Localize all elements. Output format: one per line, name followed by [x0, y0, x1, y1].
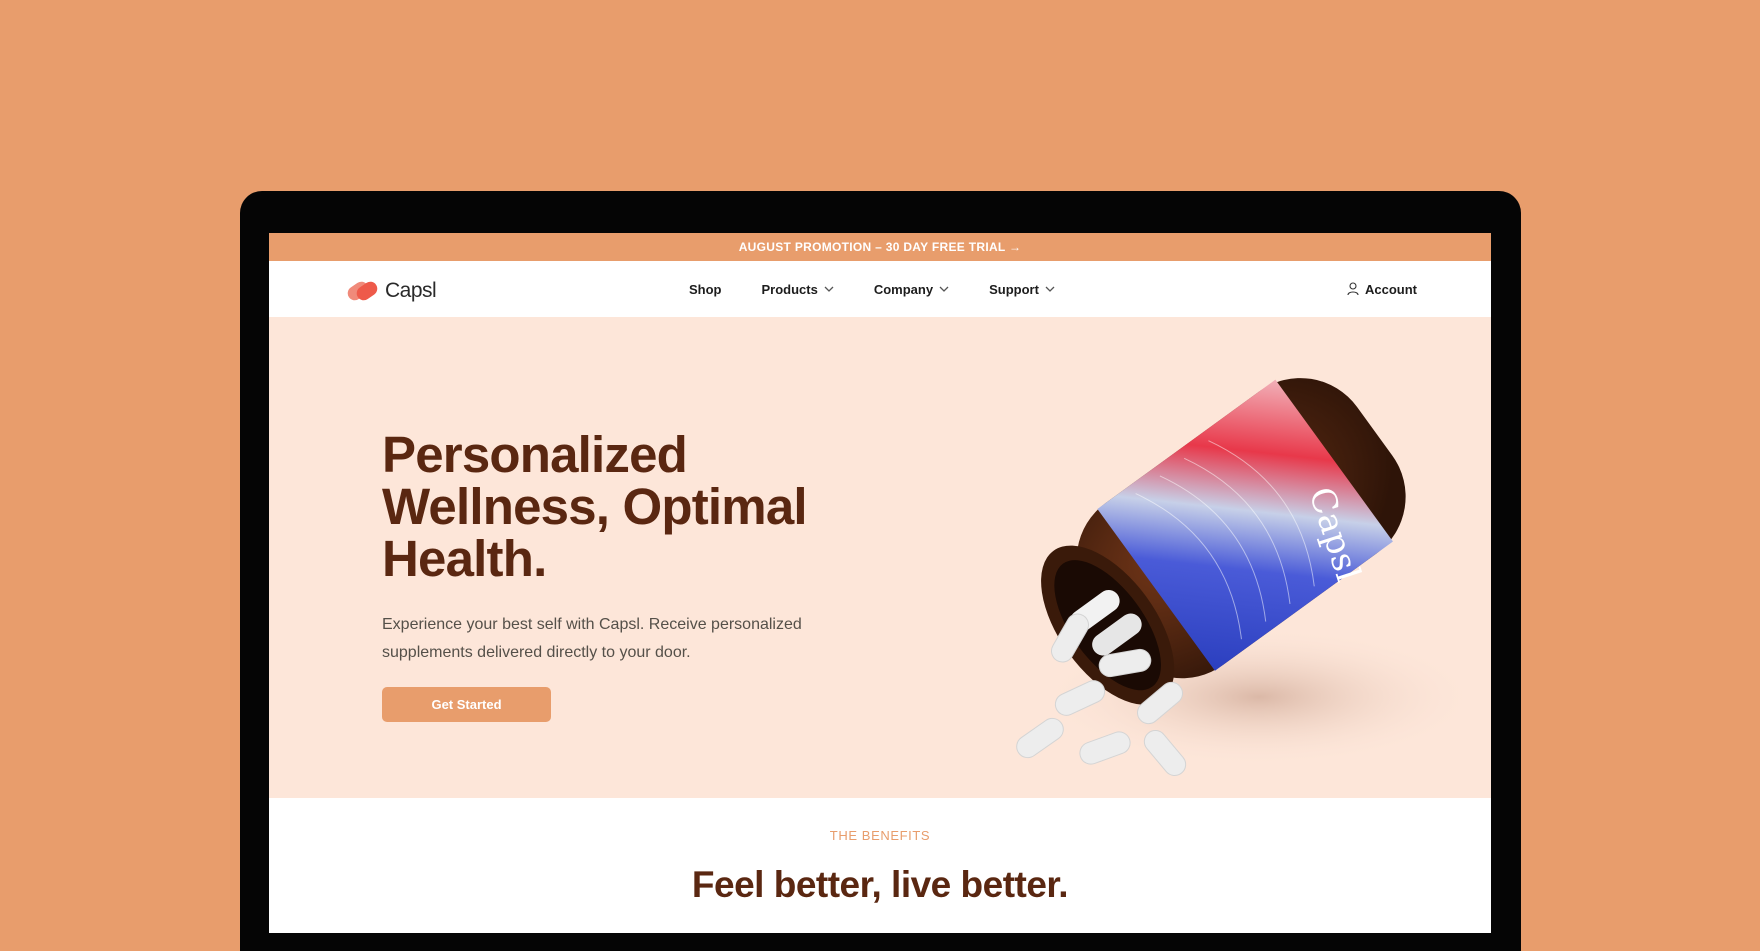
get-started-button[interactable]: Get Started	[382, 687, 551, 722]
logo[interactable]: Capsl	[345, 278, 437, 304]
hero-title-line: Health.	[382, 530, 547, 587]
nav-support-label: Support	[989, 281, 1039, 297]
website-screen: AUGUST PROMOTION – 30 DAY FREE TRIAL → C…	[269, 233, 1491, 933]
promo-text: AUGUST PROMOTION – 30 DAY FREE TRIAL →	[738, 240, 1022, 254]
nav-company-label: Company	[873, 281, 934, 297]
pill-bottle-image: Capsl	[1016, 378, 1479, 776]
benefits-title: Feel better, live better.	[691, 864, 1069, 905]
chevron-down-icon	[824, 286, 834, 292]
benefits-section: THE BENEFITS Feel better, live better.	[269, 798, 1491, 933]
account-label: Account	[1365, 281, 1417, 297]
user-icon	[1347, 282, 1359, 296]
account-link[interactable]: Account	[1347, 261, 1417, 317]
nav-shop[interactable]: Shop	[689, 282, 722, 297]
main-menu: Shop Products Company Support	[689, 261, 1055, 317]
hero-title: Personalized Wellness, Optimal Health.	[382, 429, 862, 585]
chevron-down-icon	[939, 286, 949, 292]
promo-banner[interactable]: AUGUST PROMOTION – 30 DAY FREE TRIAL →	[269, 233, 1491, 261]
top-nav: Capsl Shop Products Company Support Acco…	[269, 261, 1491, 317]
nav-products-label: Products	[761, 281, 818, 297]
nav-support[interactable]: Support	[989, 282, 1055, 297]
nav-company[interactable]: Company	[874, 282, 949, 297]
nav-products[interactable]: Products	[762, 282, 834, 297]
logo-text: Capsl	[385, 279, 437, 302]
hero-title-line: Wellness, Optimal	[382, 478, 808, 535]
hero-section: Personalized Wellness, Optimal Health. E…	[269, 317, 1491, 798]
benefits-eyebrow: THE BENEFITS	[829, 828, 931, 843]
hero-subtitle: Experience your best self with Capsl. Re…	[382, 616, 802, 661]
nav-shop-label: Shop	[689, 281, 722, 297]
capsule-logo-icon	[347, 281, 378, 301]
chevron-down-icon	[1045, 286, 1055, 292]
hero-title-line: Personalized	[382, 426, 688, 483]
